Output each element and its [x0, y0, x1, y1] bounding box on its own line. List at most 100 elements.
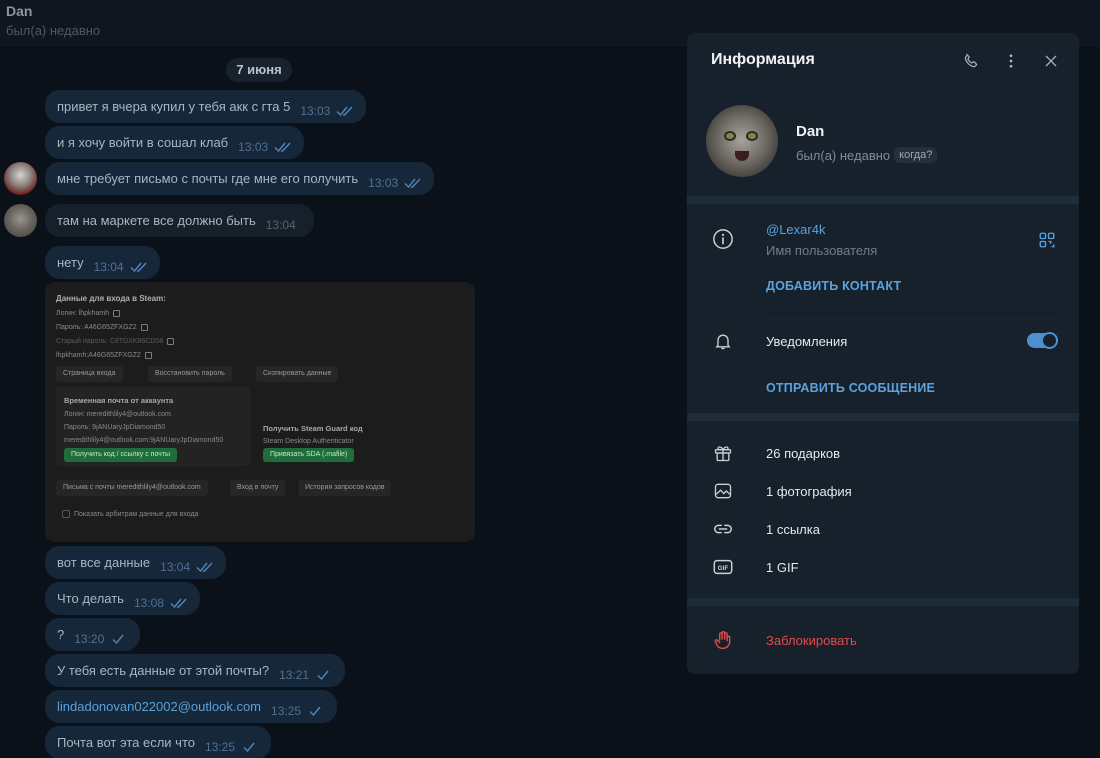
message-bubble[interactable]: привет я вчера купил у тебя акк с гта 5 … — [45, 90, 367, 123]
attached-screenshot[interactable]: Данные для входа в Steam: Логин: lhpkham… — [45, 282, 475, 542]
message-text: вот все данные — [57, 555, 151, 570]
shot-mail-login-button: Вход в почту — [230, 480, 286, 496]
shot-restore-button: Восстановить пароль — [148, 366, 232, 382]
profile-name: Dan — [796, 123, 825, 140]
message-time: 13:20 — [74, 631, 105, 646]
double-check-icon — [170, 598, 187, 608]
message-bubble[interactable]: нету 13:04 — [45, 246, 160, 279]
gifs-row[interactable]: 1 GIF — [766, 560, 799, 575]
message-time: 13:08 — [133, 595, 164, 610]
hand-icon — [711, 628, 735, 652]
photo-icon — [711, 479, 735, 503]
photos-row[interactable]: 1 фотография — [766, 484, 852, 499]
shot-old-password: Старый пароль: C8TDXK86CD58 — [56, 338, 164, 345]
copy-icon — [113, 310, 121, 317]
message-time: 13:25 — [204, 739, 236, 754]
single-check-icon — [243, 742, 255, 752]
message-bubble[interactable]: ? 13:20 — [45, 618, 141, 651]
shot-arb-label: Показать арбитрам данные для входа — [74, 510, 199, 518]
shot-mail-combo: meredithlily4@outlook.com:9jANUaryJpDiam… — [64, 437, 224, 444]
info-panel: Информация Dan был(а) недавно когда? @Le… — [687, 33, 1079, 674]
single-check-icon — [112, 634, 124, 644]
chat-status: был(а) недавно — [6, 23, 101, 38]
profile-avatar[interactable] — [706, 105, 778, 177]
message-email-link[interactable]: lindadonovan022002@outlook.com — [57, 699, 261, 714]
shot-login: Логин: lhpkhamh — [56, 310, 110, 317]
send-message-button[interactable]: ОТПРАВИТЬ СООБЩЕНИЕ — [766, 381, 935, 395]
sender-avatar[interactable] — [4, 204, 37, 237]
message-text: мне требует письмо с почты где мне его п… — [57, 171, 359, 186]
shot-bind-sda-button: Привязать SDA (.mafile) — [263, 448, 355, 462]
double-check-icon — [274, 142, 291, 152]
message-text: нету — [57, 255, 84, 270]
shot-mail-password: Пароль: 9jANUaryJpDiamond50 — [64, 424, 166, 431]
username-link[interactable]: @Lexar4k — [766, 222, 825, 237]
chat-title: Dan — [6, 3, 33, 19]
svg-text:GIF: GIF — [718, 565, 729, 572]
shot-title: Данные для входа в Steam: — [56, 294, 166, 303]
double-check-icon — [196, 562, 213, 572]
gifts-row[interactable]: 26 подарков — [766, 446, 840, 461]
message-time: 13:03 — [238, 139, 269, 154]
message-time: 13:03 — [300, 103, 331, 118]
message-time: 13:04 — [265, 217, 296, 232]
bell-icon — [711, 329, 735, 353]
more-vertical-icon[interactable] — [1000, 50, 1022, 72]
copy-icon — [144, 352, 152, 359]
date-separator: 7 июня — [226, 58, 292, 82]
message-text: привет я вчера купил у тебя акк с гта 5 — [57, 99, 291, 114]
when-badge[interactable]: когда? — [894, 147, 938, 163]
message-bubble[interactable]: там на маркете все должно быть 13:04 — [45, 204, 314, 237]
message-bubble[interactable]: мне требует письмо с почты где мне его п… — [45, 162, 435, 195]
section-separator — [687, 598, 1079, 606]
shot-copy-button: Скопировать данные — [256, 366, 339, 382]
add-contact-button[interactable]: ДОБАВИТЬ КОНТАКТ — [766, 279, 901, 293]
message-text: и я хочу войти в сошал клаб — [57, 135, 229, 150]
close-icon[interactable] — [1040, 50, 1062, 72]
message-bubble[interactable]: lindadonovan022002@outlook.com 13:25 — [45, 690, 338, 723]
shot-temp-mail-title: Временная почта от аккаунта — [64, 396, 174, 405]
single-check-icon — [317, 670, 329, 680]
shot-letters-button: Письма с почты meredithlily4@outlook.com — [56, 480, 208, 496]
qr-code-icon[interactable] — [1035, 228, 1059, 252]
shot-old-password-line: Старый пароль: C8TDXK86CD58 — [56, 338, 175, 345]
gift-icon — [711, 441, 735, 465]
message-time: 13:04 — [93, 259, 124, 274]
message-bubble[interactable]: вот все данные 13:04 — [45, 546, 227, 579]
message-bubble[interactable]: У тебя есть данные от этой почты? 13:21 — [45, 654, 346, 687]
phone-icon[interactable] — [960, 50, 982, 72]
double-check-icon — [404, 178, 421, 188]
shot-guard-sub: Steam Desktop Authenticator — [263, 438, 354, 445]
section-separator — [687, 196, 1079, 204]
shot-temp-mail-card: Временная почта от аккаунта Логин: mered… — [56, 386, 250, 466]
shot-login-page-button: Страница входа — [56, 366, 123, 382]
info-icon — [711, 227, 735, 251]
shot-combo-line: lhpkhamh:A46G65ZFXGZ2 — [56, 352, 152, 359]
info-panel-title: Информация — [711, 51, 815, 68]
message-bubble[interactable]: Что делать 13:08 — [45, 582, 200, 615]
message-time: 13:04 — [160, 559, 191, 574]
notifications-label: Уведомления — [766, 334, 848, 349]
double-check-icon — [336, 106, 353, 116]
message-time: 13:03 — [368, 175, 399, 190]
copy-icon — [167, 338, 175, 345]
profile-status: был(а) недавно когда? — [796, 147, 938, 163]
copy-icon — [140, 324, 148, 331]
message-text: У тебя есть данные от этой почты? — [57, 663, 270, 678]
double-check-icon — [130, 262, 147, 272]
notifications-toggle[interactable] — [1027, 332, 1058, 349]
section-separator — [687, 413, 1079, 421]
shot-arb-line: Показать арбитрам данные для входа — [62, 510, 199, 518]
block-user-button[interactable]: Заблокировать — [766, 633, 857, 648]
message-text: Почта вот эта если что — [57, 735, 195, 750]
message-bubble[interactable]: и я хочу войти в сошал клаб 13:03 — [45, 126, 305, 159]
divider — [766, 313, 1057, 314]
link-icon — [711, 517, 735, 541]
sender-avatar[interactable] — [4, 162, 37, 195]
shot-password: Пароль: A46G65ZFXGZ2 — [56, 324, 137, 331]
profile-status-text: был(а) недавно — [796, 147, 891, 163]
shot-mail-login: Логин: meredithlily4@outlook.com — [64, 411, 171, 418]
links-row[interactable]: 1 ссылка — [766, 522, 820, 537]
message-bubble[interactable]: Почта вот эта если что 13:25 — [45, 726, 272, 758]
shot-login-line: Логин: lhpkhamh — [56, 310, 121, 317]
